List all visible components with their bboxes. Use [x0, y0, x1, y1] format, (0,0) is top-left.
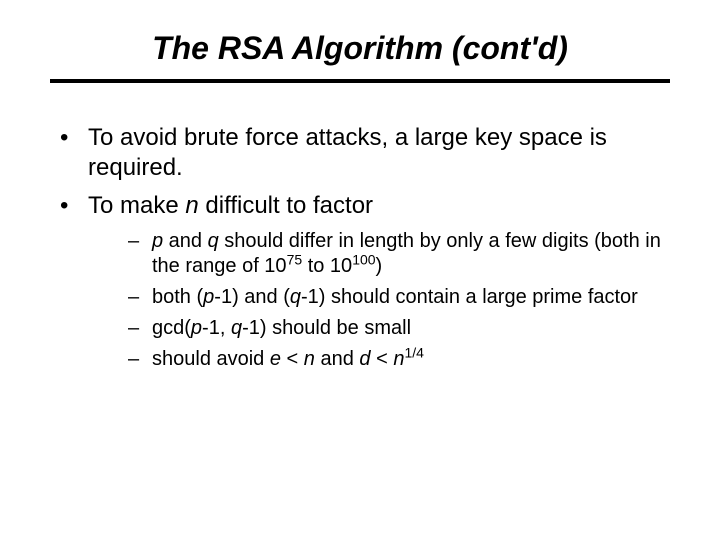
text: -1) should contain a large prime factor — [301, 286, 638, 308]
text: should avoid — [152, 348, 270, 370]
bullet-list-level1: To avoid brute force attacks, a large ke… — [60, 123, 670, 372]
var-q: q — [290, 286, 301, 308]
var-p: p — [203, 286, 214, 308]
var-n: n — [304, 348, 315, 370]
text: and — [163, 230, 207, 252]
text: -1) should be small — [242, 317, 411, 339]
list-item: To make n difficult to factor p and q sh… — [60, 191, 670, 372]
text: To make — [88, 192, 185, 219]
var-p: p — [152, 230, 163, 252]
superscript: 100 — [352, 251, 375, 267]
slide-title: The RSA Algorithm (cont'd) — [50, 30, 670, 67]
text: should differ in length by only a few di… — [152, 230, 661, 277]
list-item: both (p-1) and (q-1) should contain a la… — [128, 285, 670, 310]
var-q: q — [208, 230, 219, 252]
text: < — [371, 348, 394, 370]
text: difficult to factor — [199, 192, 373, 219]
text: and — [315, 348, 359, 370]
text: gcd( — [152, 317, 191, 339]
var-n: n — [393, 348, 404, 370]
text: -1) and ( — [214, 286, 290, 308]
text: to 10 — [302, 255, 352, 277]
title-underline — [50, 79, 670, 83]
var-n: n — [185, 192, 198, 219]
superscript: 1/4 — [404, 344, 423, 360]
bullet-list-level2: p and q should differ in length by only … — [128, 229, 670, 372]
var-q: q — [231, 317, 242, 339]
var-d: d — [359, 348, 370, 370]
var-p: p — [191, 317, 202, 339]
var-e: e — [270, 348, 281, 370]
list-item: p and q should differ in length by only … — [128, 229, 670, 279]
list-item: should avoid e < n and d < n1/4 — [128, 347, 670, 372]
text: both ( — [152, 286, 203, 308]
list-item: To avoid brute force attacks, a large ke… — [60, 123, 670, 183]
superscript: 75 — [287, 251, 303, 267]
text: -1, — [202, 317, 231, 339]
text: < — [281, 348, 304, 370]
text: ) — [376, 255, 383, 277]
list-item: gcd(p-1, q-1) should be small — [128, 316, 670, 341]
